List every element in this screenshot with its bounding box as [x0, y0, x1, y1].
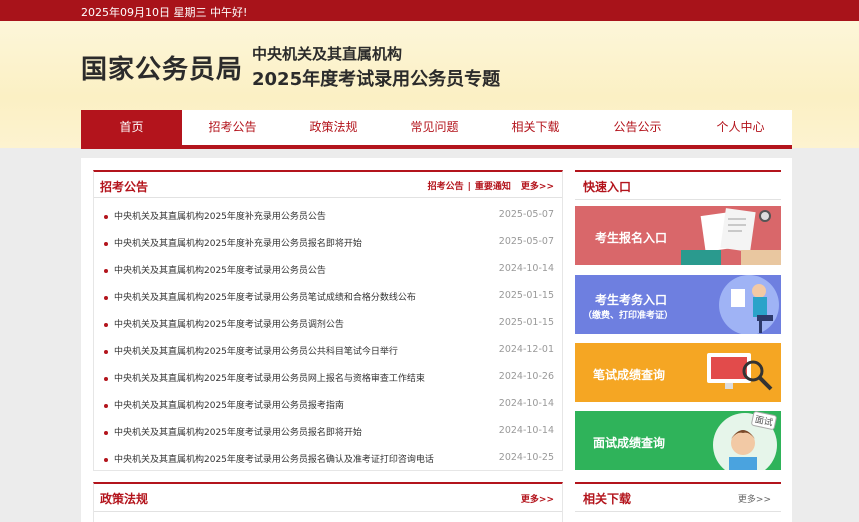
score-illustration-icon	[707, 353, 773, 391]
notice-date: 2024-10-14	[498, 263, 554, 274]
notice-date: 2024-10-26	[498, 371, 554, 382]
link-important-notices[interactable]: 重要通知	[475, 182, 511, 192]
list-item[interactable]: 中央机关及其直属机构2025年度考试录用公务员公共科目笔试今日举行 2024-12…	[94, 341, 562, 368]
quick-entry-header: 快速入口	[575, 170, 781, 200]
notice-title[interactable]: 中央机关及其直属机构2025年度考试录用公务员报名确认及准考证打印咨询电话	[114, 452, 434, 465]
tile-label: 考生考务入口	[595, 293, 668, 307]
nav-policies[interactable]: 政策法规	[283, 110, 384, 145]
exam-affairs-illustration-icon	[719, 275, 779, 334]
notices-links: 招考公告 | 重要通知 更多>>	[428, 179, 554, 192]
notice-date: 2024-10-25	[498, 452, 554, 463]
nav-downloads[interactable]: 相关下载	[485, 110, 586, 145]
notice-date: 2024-10-14	[498, 425, 554, 436]
bullet-icon	[104, 458, 108, 462]
link-announcements[interactable]: 招考公告	[428, 182, 464, 192]
nav-announcements[interactable]: 招考公告	[182, 110, 283, 145]
notice-title[interactable]: 中央机关及其直属机构2025年度考试录用公务员公共科目笔试今日举行	[114, 344, 398, 357]
quick-entry-title: 快速入口	[583, 180, 632, 194]
notice-title[interactable]: 中央机关及其直属机构2025年度考试录用公务员公告	[114, 263, 326, 276]
main-nav: 首页 招考公告 政策法规 常见问题 相关下载 公告公示 个人中心	[81, 110, 792, 149]
notice-title[interactable]: 中央机关及其直属机构2025年度补充录用公务员公告	[114, 209, 326, 222]
policy-title: 政策法规	[100, 492, 149, 506]
bullet-icon	[104, 377, 108, 381]
header-topic-title: 2025年度考试录用公务员专题	[252, 69, 501, 90]
notice-date: 2025-05-07	[498, 209, 554, 220]
bullet-icon	[104, 269, 108, 273]
site-title: 国家公务员局	[81, 55, 244, 85]
top-bar: 2025年09月10日 星期三 中午好!	[0, 0, 859, 21]
downloads-title: 相关下载	[583, 492, 632, 506]
bullet-icon	[104, 404, 108, 408]
candidate-affairs-tile[interactable]: 考生考务入口 （缴费、打印准考证）	[575, 275, 781, 334]
nav-home[interactable]: 首页	[81, 110, 182, 145]
notice-title[interactable]: 中央机关及其直属机构2025年度考试录用公务员网上报名与资格审查工作结束	[114, 371, 425, 384]
bullet-icon	[104, 350, 108, 354]
policy-more-link[interactable]: 更多>>	[521, 495, 554, 505]
list-item[interactable]: 中央机关及其直属机构2025年度考试录用公务员报考指南 2024-10-14	[94, 395, 562, 422]
list-item[interactable]: 中央机关及其直属机构2025年度考试录用公务员笔试成绩和合格分数线公布 2025-…	[94, 287, 562, 314]
bullet-icon	[104, 296, 108, 300]
link-separator: |	[467, 182, 471, 192]
bullet-icon	[104, 323, 108, 327]
list-item[interactable]: 中央机关及其直属机构2025年度考试录用公务员网上报名与资格审查工作结束 2024…	[94, 368, 562, 395]
list-item[interactable]: 中央机关及其直属机构2025年度考试录用公务员报名确认及准考证打印咨询电话 202…	[94, 449, 562, 476]
notices-more-link[interactable]: 更多>>	[521, 182, 554, 192]
downloads-more-link[interactable]: 更多>>	[738, 492, 771, 505]
interview-score-tile[interactable]: 面试成绩查询 面试	[575, 411, 781, 470]
notice-title[interactable]: 中央机关及其直属机构2025年度考试录用公务员报名即将开始	[114, 425, 362, 438]
tile-label: 面试成绩查询	[593, 436, 666, 450]
notice-date: 2025-01-15	[498, 290, 554, 301]
nav-personal-center[interactable]: 个人中心	[689, 110, 792, 145]
list-item[interactable]: 中央机关及其直属机构2025年度考试录用公务员公告 2024-10-14	[94, 260, 562, 287]
date-greeting: 2025年09月10日 星期三 中午好!	[81, 6, 248, 19]
notices-header: 招考公告 招考公告 | 重要通知 更多>>	[94, 172, 562, 198]
written-score-tile[interactable]: 笔试成绩查询	[575, 343, 781, 402]
nav-publicity[interactable]: 公告公示	[586, 110, 689, 145]
tile-label: 考生报名入口	[595, 231, 668, 245]
notice-title[interactable]: 中央机关及其直属机构2025年度考试录用公务员笔试成绩和合格分数线公布	[114, 290, 416, 303]
notice-date: 2024-12-01	[498, 344, 554, 355]
notice-title[interactable]: 中央机关及其直属机构2025年度补充录用公务员报名即将开始	[114, 236, 362, 249]
notices-panel: 招考公告 招考公告 | 重要通知 更多>> 中央机关及其直属机构2025年度补充录用公…	[93, 170, 563, 471]
list-item[interactable]: 中央机关及其直属机构2025年度补充录用公务员报名即将开始 2025-05-07	[94, 233, 562, 260]
policy-header: 政策法规 更多>>	[94, 484, 562, 512]
list-item[interactable]: 中央机关及其直属机构2025年度补充录用公务员公告 2025-05-07	[94, 206, 562, 233]
notice-title[interactable]: 中央机关及其直属机构2025年度考试录用公务员调剂公告	[114, 317, 344, 330]
downloads-header: 相关下载 更多>>	[575, 482, 781, 512]
notice-date: 2025-01-15	[498, 317, 554, 328]
notice-title[interactable]: 中央机关及其直属机构2025年度考试录用公务员报考指南	[114, 398, 344, 411]
list-item[interactable]: 中央机关及其直属机构2025年度考试录用公务员调剂公告 2025-01-15	[94, 314, 562, 341]
policy-panel: 政策法规 更多>>	[93, 482, 563, 522]
policy-links: 更多>>	[521, 492, 554, 505]
registration-illustration-icon	[681, 208, 781, 265]
header-subtitle: 中央机关及其直属机构	[252, 45, 403, 63]
bullet-icon	[104, 431, 108, 435]
tile-label: 笔试成绩查询	[593, 368, 666, 382]
tile-sublabel: （缴费、打印准考证）	[583, 311, 674, 321]
list-item[interactable]: 中央机关及其直属机构2025年度考试录用公务员报名即将开始 2024-10-14	[94, 422, 562, 449]
nav-faq[interactable]: 常见问题	[384, 110, 485, 145]
bullet-icon	[104, 242, 108, 246]
notice-date: 2025-05-07	[498, 236, 554, 247]
candidate-registration-tile[interactable]: 考生报名入口	[575, 206, 781, 265]
notice-date: 2024-10-14	[498, 398, 554, 409]
bullet-icon	[104, 215, 108, 219]
notices-title: 招考公告	[100, 180, 149, 194]
